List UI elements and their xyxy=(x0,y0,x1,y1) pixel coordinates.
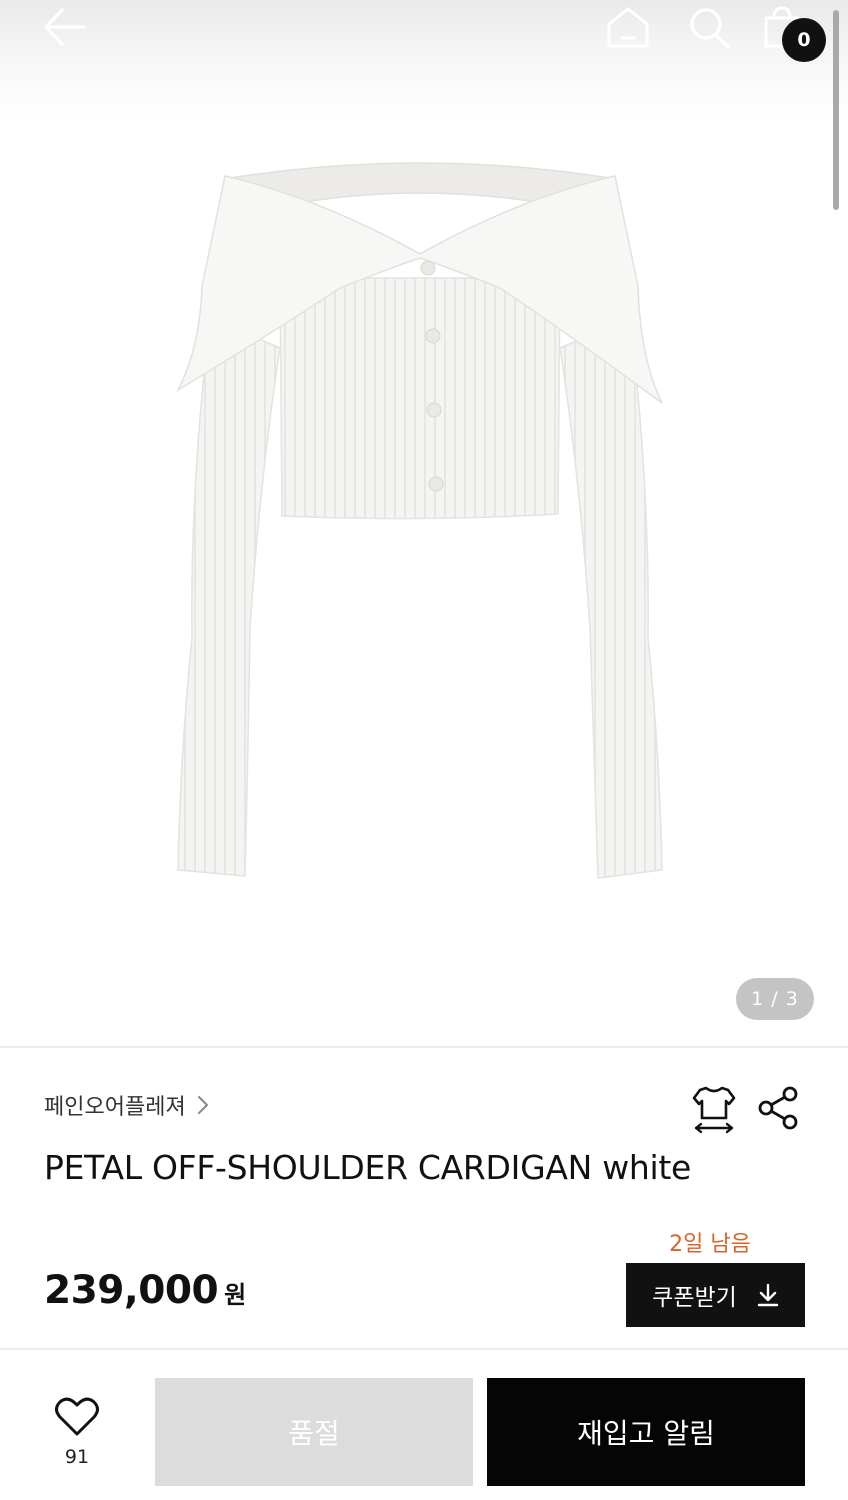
like-count: 91 xyxy=(64,1446,90,1468)
cart-count-badge: 0 xyxy=(782,18,826,62)
section-divider xyxy=(0,1046,848,1048)
share-icon[interactable] xyxy=(756,1086,802,1130)
image-counter: 1 / 3 xyxy=(736,978,814,1020)
home-icon[interactable] xyxy=(604,4,652,50)
bottom-bar-divider xyxy=(0,1348,848,1350)
coupon-days-left: 2일 남음 xyxy=(669,1232,751,1257)
get-coupon-button[interactable]: 쿠폰받기 xyxy=(626,1263,805,1327)
price-row: 239,000 원 xyxy=(44,1268,246,1313)
product-image-gallery[interactable]: 1 / 3 xyxy=(0,0,848,1045)
top-navigation-bar: 0 xyxy=(0,0,848,62)
chevron-right-icon xyxy=(197,1096,208,1114)
coupon-button-label: 쿠폰받기 xyxy=(652,1285,737,1311)
download-icon xyxy=(757,1283,779,1307)
currency-unit: 원 xyxy=(224,1281,247,1309)
arrow-left-icon[interactable] xyxy=(38,4,90,50)
product-title: PETAL OFF-SHOULDER CARDIGAN white xyxy=(44,1148,692,1187)
restock-alert-button[interactable]: 재입고 알림 xyxy=(487,1378,805,1486)
sold-out-button[interactable]: 품절 xyxy=(155,1378,473,1486)
search-icon[interactable] xyxy=(686,4,734,50)
heart-icon xyxy=(55,1397,99,1436)
cardigan-product-image xyxy=(176,162,663,879)
size-guide-icon[interactable] xyxy=(692,1084,736,1134)
like-button[interactable]: 91 xyxy=(44,1396,110,1476)
brand-name: 페인오어플레져 xyxy=(44,1095,186,1120)
product-price: 239,000 xyxy=(44,1268,219,1313)
page-scrollbar[interactable] xyxy=(833,10,839,210)
brand-link[interactable]: 페인오어플레져 xyxy=(44,1088,210,1122)
